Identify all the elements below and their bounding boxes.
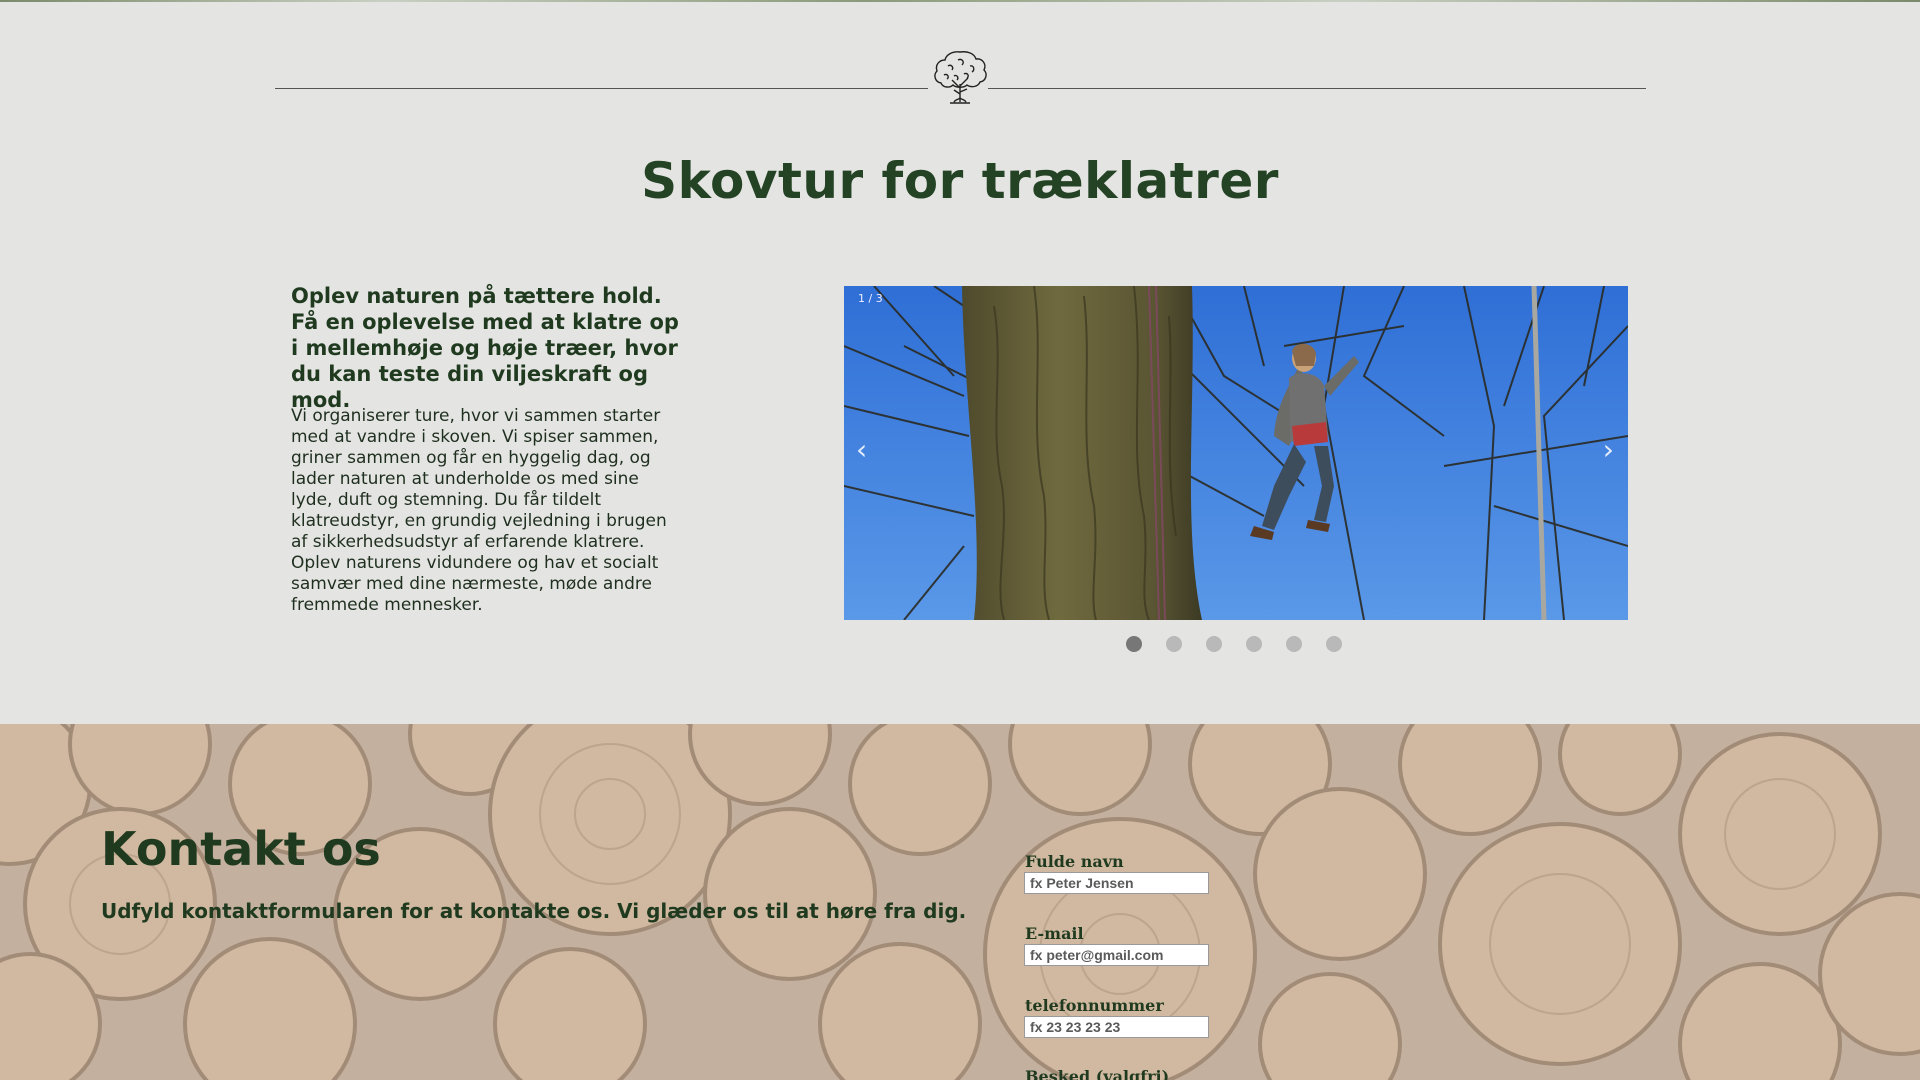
chevron-right-icon: › — [1602, 433, 1614, 466]
contact-title: Kontakt os — [101, 822, 381, 876]
message-label: Besked (valgfri) — [1025, 1067, 1170, 1080]
header-divider-left — [275, 88, 928, 89]
slideshow-next-button[interactable]: › — [1603, 436, 1614, 464]
chevron-left-icon: ‹ — [856, 433, 868, 466]
slideshow-prev-button[interactable]: ‹ — [856, 436, 867, 464]
full-name-input[interactable] — [1024, 872, 1209, 894]
slide-dot[interactable] — [1286, 636, 1302, 652]
intro-body-text: Vi organiserer ture, hvor vi sammen star… — [291, 406, 667, 615]
phone-label: telefonnummer — [1025, 996, 1164, 1015]
tree-logo-icon — [934, 51, 987, 104]
email-label: E-mail — [1025, 924, 1084, 943]
slide-dot[interactable] — [1166, 636, 1182, 652]
contact-subtitle: Udfyld kontaktformularen for at kontakte… — [101, 899, 967, 923]
slide-dot[interactable] — [1126, 636, 1142, 652]
email-input[interactable] — [1024, 944, 1209, 966]
top-decorative-strip — [0, 0, 1920, 2]
contact-section: Kontakt os Udfyld kontaktformularen for … — [0, 724, 1920, 1080]
slide-dot[interactable] — [1206, 636, 1222, 652]
photo-slideshow[interactable]: 1 / 3 ‹ › — [844, 286, 1628, 620]
slide-dot[interactable] — [1246, 636, 1262, 652]
full-name-label: Fulde navn — [1025, 852, 1124, 871]
page-title: Skovtur for træklatrer — [641, 152, 1279, 210]
slide-dot[interactable] — [1326, 636, 1342, 652]
header-divider-right — [988, 88, 1646, 89]
phone-input[interactable] — [1024, 1016, 1209, 1038]
intro-lead-text: Oplev naturen på tættere hold. Få en opl… — [291, 284, 679, 412]
tree-climber-photo — [844, 286, 1628, 620]
slide-counter: 1 / 3 — [858, 292, 883, 305]
